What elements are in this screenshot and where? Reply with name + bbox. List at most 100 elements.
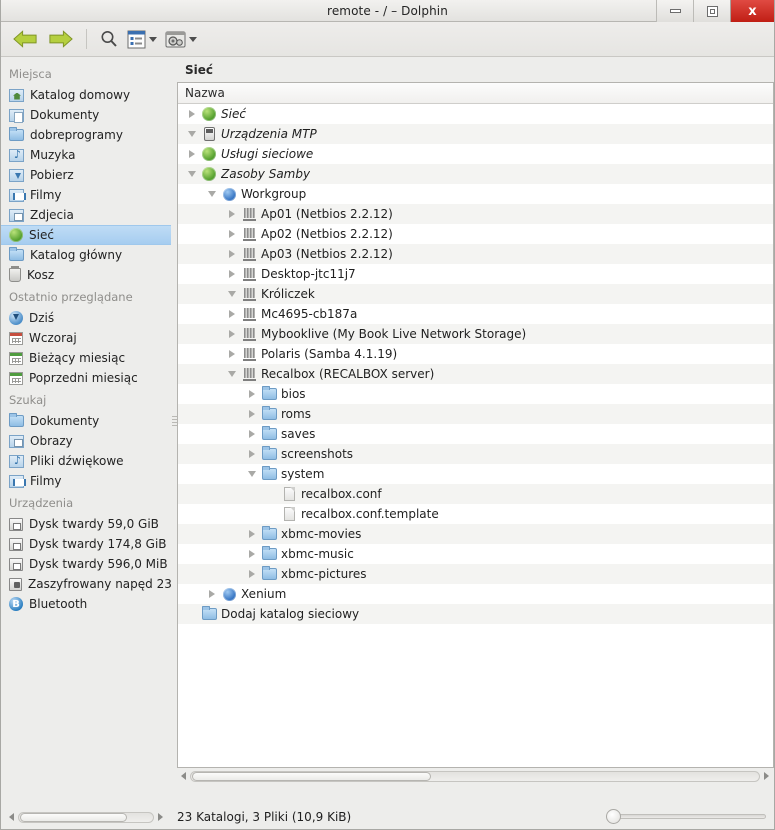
- sidebar-scroll-left-arrow[interactable]: [5, 809, 18, 825]
- sidebar-item-dysk-twardy-59-0-gib[interactable]: Dysk twardy 59,0 GiB: [1, 514, 171, 534]
- tree-row[interactable]: Recalbox (RECALBOX server): [178, 364, 773, 384]
- tree-row[interactable]: Workgroup: [178, 184, 773, 204]
- expander-collapsed-icon[interactable]: [224, 210, 240, 218]
- tree-row[interactable]: saves: [178, 424, 773, 444]
- tree-row[interactable]: Desktop-jtc11j7: [178, 264, 773, 284]
- column-header-name[interactable]: Nazwa: [178, 83, 773, 104]
- sidebar-item-dokumenty[interactable]: Dokumenty: [1, 411, 171, 431]
- tree-row[interactable]: Mybooklive (My Book Live Network Storage…: [178, 324, 773, 344]
- maximize-button[interactable]: [693, 0, 730, 22]
- tree-row[interactable]: Usługi sieciowe: [178, 144, 773, 164]
- tree-scroll-thumb[interactable]: [192, 771, 431, 781]
- tree-row[interactable]: Zasoby Samby: [178, 164, 773, 184]
- sidebar-splitter[interactable]: [171, 58, 177, 784]
- tree-row[interactable]: Xenium: [178, 584, 773, 604]
- expander-collapsed-icon[interactable]: [224, 230, 240, 238]
- scroll-right-arrow[interactable]: [760, 768, 773, 784]
- back-button[interactable]: [9, 24, 42, 54]
- tree-row[interactable]: Dodaj katalog sieciowy: [178, 604, 773, 624]
- zoom-slider-handle[interactable]: [606, 808, 621, 824]
- find-button[interactable]: [96, 24, 122, 54]
- expander-collapsed-icon[interactable]: [244, 430, 260, 438]
- expander-collapsed-icon[interactable]: [244, 570, 260, 578]
- expander-expanded-icon[interactable]: [184, 131, 200, 137]
- tree-row[interactable]: Mc4695-cb187a: [178, 304, 773, 324]
- expander-collapsed-icon[interactable]: [244, 530, 260, 538]
- breadcrumb[interactable]: Sieć: [177, 58, 774, 82]
- sidebar-item-obrazy[interactable]: Obrazy: [1, 431, 171, 451]
- file-tree[interactable]: Sieć Urządzenia MTP Usługi sieciowe Zasoby …: [178, 104, 773, 767]
- expander-collapsed-icon[interactable]: [244, 390, 260, 398]
- sidebar-item-wczoraj[interactable]: Wczoraj: [1, 328, 171, 348]
- splitter-grip[interactable]: [171, 415, 177, 427]
- chevron-down-icon[interactable]: [189, 36, 197, 42]
- tree-scroll-trough[interactable]: [190, 770, 760, 782]
- tree-row[interactable]: xbmc-pictures: [178, 564, 773, 584]
- sidebar-item-zaszyfrowany-nap-d-237[interactable]: Zaszyfrowany napęd 237,: [1, 574, 171, 594]
- expander-expanded-icon[interactable]: [204, 191, 220, 197]
- expander-collapsed-icon[interactable]: [244, 450, 260, 458]
- tree-row[interactable]: bios: [178, 384, 773, 404]
- tree-row[interactable]: recalbox.conf.template: [178, 504, 773, 524]
- sidebar-item-katalog-domowy[interactable]: Katalog domowy: [1, 85, 171, 105]
- control-button[interactable]: [162, 24, 200, 54]
- expander-expanded-icon[interactable]: [224, 371, 240, 377]
- sidebar-item-muzyka[interactable]: Muzyka: [1, 145, 171, 165]
- minimize-button[interactable]: [656, 0, 693, 22]
- tree-row[interactable]: screenshots: [178, 444, 773, 464]
- tree-row[interactable]: recalbox.conf: [178, 484, 773, 504]
- sidebar-scroll-right-arrow[interactable]: [154, 809, 167, 825]
- expander-expanded-icon[interactable]: [224, 291, 240, 297]
- sidebar-item-dysk-twardy-174-8-gib[interactable]: Dysk twardy 174,8 GiB: [1, 534, 171, 554]
- sidebar-item-sie[interactable]: Sieć: [1, 225, 171, 245]
- expander-collapsed-icon[interactable]: [184, 150, 200, 158]
- expander-collapsed-icon[interactable]: [244, 550, 260, 558]
- sidebar-item-dysk-twardy-596-0-mib[interactable]: Dysk twardy 596,0 MiB: [1, 554, 171, 574]
- sidebar-item-filmy[interactable]: Filmy: [1, 471, 171, 491]
- sidebar-item-pliki-d-wi-kowe[interactable]: Pliki dźwiękowe: [1, 451, 171, 471]
- sidebar-item-katalog-g-wny[interactable]: Katalog główny: [1, 245, 171, 265]
- sidebar-item-dokumenty[interactable]: Dokumenty: [1, 105, 171, 125]
- sidebar-horizontal-scrollbar[interactable]: [1, 809, 171, 825]
- sidebar-item-kosz[interactable]: Kosz: [1, 265, 171, 285]
- tree-row[interactable]: Ap01 (Netbios 2.2.12): [178, 204, 773, 224]
- sidebar-item-bluetooth[interactable]: B Bluetooth: [1, 594, 171, 614]
- tree-horizontal-scrollbar[interactable]: [177, 768, 774, 784]
- tree-row[interactable]: xbmc-music: [178, 544, 773, 564]
- tree-row[interactable]: roms: [178, 404, 773, 424]
- expander-expanded-icon[interactable]: [184, 171, 200, 177]
- zoom-slider[interactable]: [606, 808, 766, 824]
- expander-collapsed-icon[interactable]: [224, 270, 240, 278]
- sidebar-item-filmy[interactable]: Filmy: [1, 185, 171, 205]
- scroll-left-arrow[interactable]: [177, 768, 190, 784]
- sidebar-item-bie-cy-miesi-c[interactable]: Bieżący miesiąc: [1, 348, 171, 368]
- expander-collapsed-icon[interactable]: [224, 310, 240, 318]
- tree-row[interactable]: Polaris (Samba 4.1.19): [178, 344, 773, 364]
- tree-row[interactable]: Ap02 (Netbios 2.2.12): [178, 224, 773, 244]
- expander-collapsed-icon[interactable]: [224, 250, 240, 258]
- expander-collapsed-icon[interactable]: [224, 350, 240, 358]
- sidebar-scroll-thumb[interactable]: [20, 812, 128, 822]
- sidebar-item-pobierz[interactable]: Pobierz: [1, 165, 171, 185]
- sidebar-item-dzi[interactable]: Dziś: [1, 308, 171, 328]
- tree-row[interactable]: Króliczek: [178, 284, 773, 304]
- sidebar-item-dobreprogramy[interactable]: dobreprogramy: [1, 125, 171, 145]
- tree-row[interactable]: system: [178, 464, 773, 484]
- forward-button[interactable]: [44, 24, 77, 54]
- tree-row[interactable]: xbmc-movies: [178, 524, 773, 544]
- zoom-slider-track[interactable]: [618, 813, 766, 819]
- sidebar-item-poprzedni-miesi-c[interactable]: Poprzedni miesiąc: [1, 368, 171, 388]
- tree-row[interactable]: Urządzenia MTP: [178, 124, 773, 144]
- expander-collapsed-icon[interactable]: [184, 110, 200, 118]
- sidebar-scroll-trough[interactable]: [18, 811, 154, 823]
- chevron-down-icon[interactable]: [149, 36, 157, 42]
- expander-collapsed-icon[interactable]: [244, 410, 260, 418]
- sidebar-item-zdjecia[interactable]: Zdjecia: [1, 205, 171, 225]
- expander-expanded-icon[interactable]: [244, 471, 260, 477]
- close-button[interactable]: x: [730, 0, 774, 22]
- view-mode-button[interactable]: [124, 24, 160, 54]
- tree-row[interactable]: Ap03 (Netbios 2.2.12): [178, 244, 773, 264]
- expander-collapsed-icon[interactable]: [224, 330, 240, 338]
- expander-collapsed-icon[interactable]: [204, 590, 220, 598]
- tree-row[interactable]: Sieć: [178, 104, 773, 124]
